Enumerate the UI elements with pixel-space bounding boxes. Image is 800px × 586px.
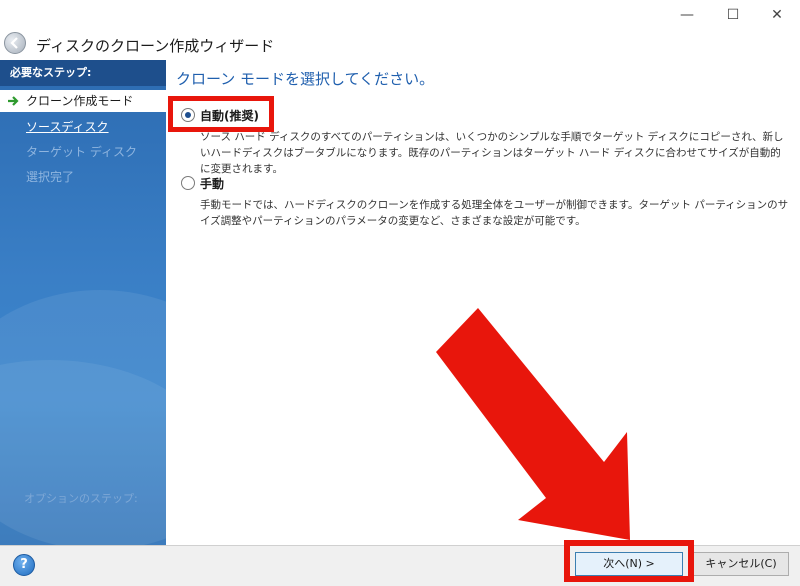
maximize-button[interactable]: ☐ [718, 4, 748, 26]
window-title: ディスクのクローン作成ウィザード [36, 37, 275, 55]
manual-mode-label[interactable]: 手動 [200, 175, 224, 192]
manual-mode-radio[interactable] [181, 176, 195, 190]
current-step-arrow-icon [8, 96, 19, 106]
minimize-button[interactable]: — [672, 4, 702, 26]
sidebar-item-target-disk: ターゲット ディスク [26, 145, 137, 159]
sidebar-item-label: クローン作成モード [26, 94, 134, 108]
cancel-button[interactable]: キャンセル(C) [693, 552, 789, 576]
red-arrow-shape [436, 308, 630, 540]
close-button[interactable]: ✕ [762, 4, 792, 26]
highlight-box-auto-option [168, 96, 274, 132]
back-arrow-icon [10, 37, 18, 49]
optional-steps-label: オプションのステップ: [24, 492, 138, 505]
page-heading: クローン モードを選択してください。 [176, 70, 435, 88]
highlight-box-next-button [564, 540, 694, 582]
sidebar-item-finish: 選択完了 [26, 170, 75, 184]
title-bar: ディスクのクローン作成ウィザード — ☐ ✕ [0, 0, 800, 60]
steps-sidebar: 必要なステップ: クローン作成モード ソースディスク ターゲット ディスク 選択… [0, 60, 166, 545]
required-steps-heading: 必要なステップ: [0, 60, 166, 86]
sidebar-decoration [0, 360, 166, 545]
auto-mode-description: ソース ハード ディスクのすべてのパーティションは、いくつかのシンプルな手順でタ… [200, 131, 784, 175]
help-button[interactable]: ? [13, 554, 35, 576]
sidebar-item-clone-mode: クローン作成モード [0, 90, 166, 112]
back-button[interactable] [4, 32, 26, 54]
manual-mode-description: 手動モードでは、ハードディスクのクローンを作成する処理全体をユーザーが制御できま… [200, 199, 789, 227]
sidebar-item-source-disk[interactable]: ソースディスク [0, 116, 166, 138]
